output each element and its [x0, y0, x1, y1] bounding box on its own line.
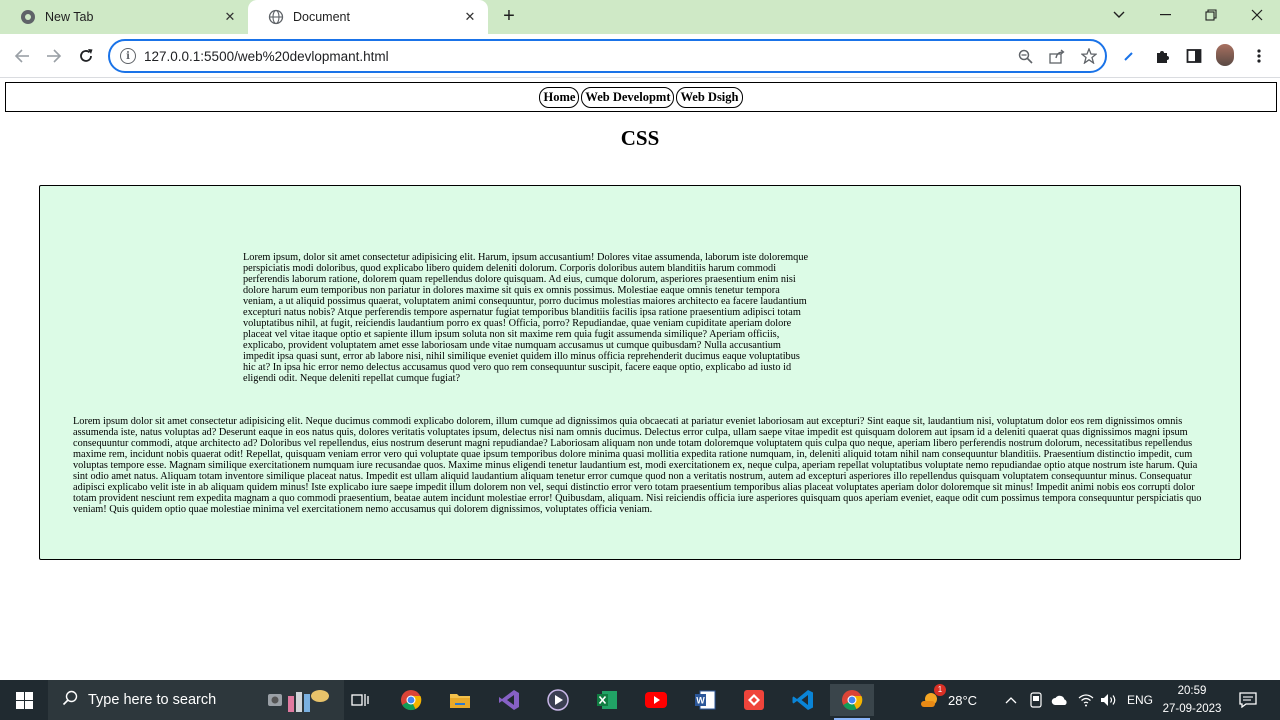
onedrive-cloud-icon[interactable] [1051, 680, 1069, 720]
browser-toolbar: i 127.0.0.1:5500/web%20devlopmant.html [0, 34, 1280, 78]
paragraph-1: Lorem ipsum, dolor sit amet consectetur … [243, 252, 809, 384]
globe-icon [268, 9, 284, 25]
nav-web-development-link[interactable]: Web Developmt [581, 86, 675, 108]
media-player-icon[interactable] [536, 684, 580, 716]
page-content: Home Web Developmt Web Dsigh CSS Lorem i… [0, 79, 1280, 680]
search-placeholder: Type here to search [88, 692, 217, 708]
visual-studio-icon[interactable] [487, 684, 531, 716]
minimize-icon[interactable] [1142, 0, 1188, 30]
search-icon [62, 690, 78, 711]
task-view-icon[interactable] [338, 684, 382, 716]
restore-icon[interactable] [1188, 0, 1234, 30]
excel-icon[interactable] [585, 684, 629, 716]
tab-strip: New Tab ✕ Document ✕ + [0, 0, 1280, 34]
tab-document[interactable]: Document ✕ [248, 0, 488, 34]
url-text[interactable]: 127.0.0.1:5500/web%20devlopmant.html [144, 49, 1009, 64]
word-icon[interactable]: W [683, 684, 727, 716]
chrome-taskbar-icon[interactable] [389, 684, 433, 716]
weather-temp: 28°C [948, 692, 978, 708]
show-hidden-icons-chevron-icon[interactable] [1005, 680, 1017, 720]
site-nav: Home Web Developmt Web Dsigh [5, 82, 1277, 112]
volume-icon[interactable] [1100, 680, 1118, 720]
vscode-icon[interactable] [781, 684, 825, 716]
bookmark-star-icon[interactable] [1073, 40, 1105, 72]
tab-title: New Tab [45, 10, 94, 24]
nav-web-design-link[interactable]: Web Dsigh [676, 86, 743, 108]
tab-new-tab[interactable]: New Tab ✕ [0, 0, 248, 34]
page-heading: CSS [620, 126, 660, 150]
chrome-active-taskbar-icon[interactable] [830, 684, 874, 720]
wifi-icon[interactable] [1078, 680, 1094, 720]
search-highlight-illustration [258, 684, 338, 716]
extensions-puzzle-icon[interactable] [1150, 44, 1174, 68]
paragraph-2: Lorem ipsum dolor sit amet consectetur a… [73, 416, 1202, 515]
close-tab-icon[interactable]: ✕ [460, 7, 480, 27]
clock-date: 27-09-2023 [1162, 703, 1222, 715]
windows-start-icon[interactable] [0, 680, 48, 720]
reload-icon[interactable] [73, 43, 99, 69]
menu-kebab-icon[interactable] [1247, 44, 1271, 68]
meet-now-icon[interactable] [1029, 680, 1043, 720]
content-box: Lorem ipsum, dolor sit amet consectetur … [39, 185, 1241, 560]
weather-badge: 1 [934, 684, 946, 696]
nav-home-link[interactable]: Home [539, 86, 580, 108]
tab-title: Document [293, 10, 350, 24]
site-info-icon[interactable]: i [120, 48, 136, 64]
youtube-icon[interactable] [634, 684, 678, 716]
close-window-icon[interactable] [1234, 0, 1280, 30]
taskbar: Type here to search W 1 28°C ENG 20:59 2… [0, 680, 1280, 720]
side-panel-icon[interactable] [1182, 44, 1206, 68]
address-bar[interactable]: i 127.0.0.1:5500/web%20devlopmant.html [108, 39, 1107, 73]
close-tab-icon[interactable]: ✕ [220, 7, 240, 27]
taskbar-search-box[interactable]: Type here to search [48, 680, 344, 720]
clock[interactable]: 20:59 27-09-2023 [1162, 682, 1222, 718]
anydesk-icon[interactable] [732, 684, 776, 716]
share-icon[interactable] [1041, 40, 1073, 72]
notifications-icon[interactable] [1237, 680, 1259, 720]
weather-icon: 1 [918, 684, 946, 712]
profile-avatar[interactable] [1216, 44, 1234, 66]
new-tab-plus-icon[interactable]: + [498, 6, 520, 28]
back-arrow-icon[interactable] [9, 43, 35, 69]
extension-pen-icon[interactable] [1117, 44, 1141, 68]
forward-arrow-icon[interactable] [41, 43, 67, 69]
weather-widget[interactable]: 1 28°C [918, 680, 977, 720]
tab-search-chevron-icon[interactable] [1096, 0, 1142, 30]
file-explorer-icon[interactable] [438, 684, 482, 716]
language-indicator[interactable]: ENG [1127, 680, 1153, 720]
chrome-icon [20, 9, 36, 25]
svg-text:W: W [696, 696, 705, 706]
zoom-icon[interactable] [1009, 40, 1041, 72]
clock-time: 20:59 [1177, 685, 1207, 697]
